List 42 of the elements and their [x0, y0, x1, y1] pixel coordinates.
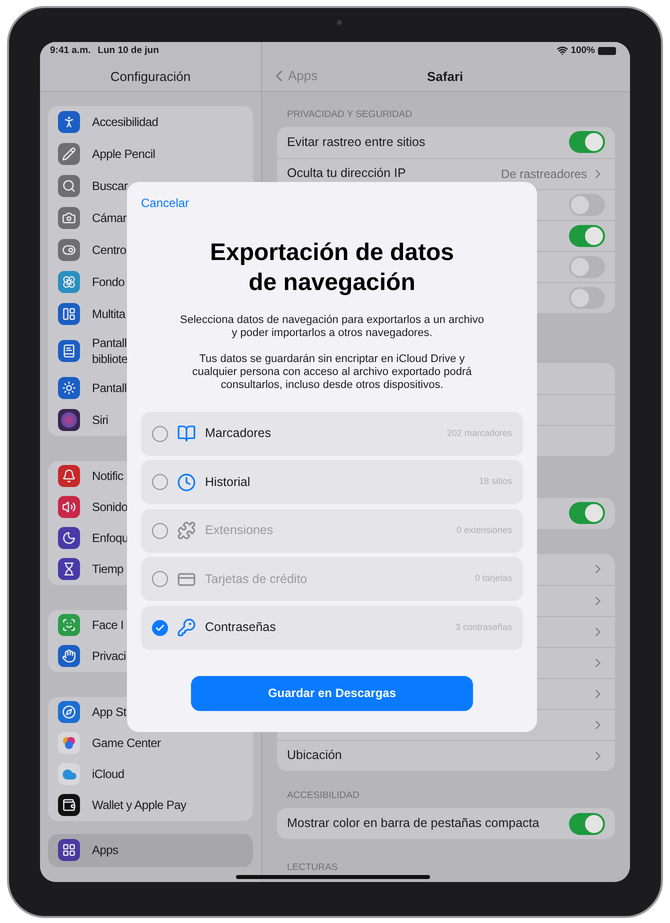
sidebar-title: Configuración	[110, 68, 191, 86]
sidebar-label: Sonido	[92, 499, 128, 515]
sidebar-label: iCloud	[92, 766, 124, 782]
option-label: Extensiones	[205, 522, 274, 540]
row-value: De rastreadores	[500, 166, 587, 183]
sidebar-label: App St	[92, 704, 126, 720]
row-label: Evitar rastreo entre sitios	[287, 134, 426, 151]
sidebar-label: Multita	[92, 306, 126, 322]
option-label: Historial	[205, 474, 250, 491]
sidebar-label: Siri	[92, 412, 108, 428]
sidebar-label: Centro	[92, 242, 126, 258]
option-label: Tarjetas de crédito	[205, 570, 308, 588]
sidebar-label: Enfoqu	[92, 530, 128, 546]
row-label: Oculta tu dirección IP	[287, 165, 406, 182]
section-header: LECTURAS	[286, 861, 339, 875]
option-label: Marcadores	[205, 425, 271, 442]
section-header: ACCESIBILIDAD	[286, 788, 360, 803]
sidebar-label: Buscar	[92, 178, 128, 194]
sidebar-label: Wallet y Apple Pay	[92, 797, 186, 813]
page-title: Safari	[427, 68, 464, 86]
sidebar-label: Fondo	[92, 274, 125, 290]
sidebar-label: Pantall bibliote	[92, 334, 128, 366]
status-date: Lun 10 de jun	[98, 44, 159, 58]
sidebar-label: Apple Pencil	[92, 146, 156, 162]
status-time: 9:41 a.m.	[50, 44, 91, 58]
battery-percent: 100%	[570, 44, 595, 58]
dialog-paragraph: Tus datos se guardarán sin encriptar en iCloud Drive y cualquier persona con acceso al archivo exportado podrá consultarlos, incluso desde otros dispositivos.	[191, 352, 473, 392]
sidebar-label: Cámar	[92, 210, 127, 226]
section-header: PRIVACIDAD Y SEGURIDAD	[286, 108, 414, 122]
sidebar-label: Privaci	[92, 648, 126, 664]
dialog-title: Exportación de datos de navegación	[208, 238, 456, 298]
sidebar-label: Pantall	[92, 380, 127, 396]
option-label: Contraseñas	[205, 619, 276, 636]
sidebar-label: Accesibilidad	[92, 114, 158, 130]
dialog-paragraph: Selecciona datos de navegación para exportarlos a un archivo y poder importarlos a otros navegadores.	[179, 314, 485, 340]
sidebar-label: Game Center	[92, 735, 161, 751]
sidebar-label: Face I	[92, 617, 124, 633]
sidebar-label: Apps	[92, 842, 118, 858]
row-label: Ubicación	[287, 747, 342, 764]
sidebar-label: Notific	[92, 468, 124, 484]
sidebar-label: Tiemp	[92, 561, 124, 577]
row-label: Mostrar color en barra de pestañas compacta	[287, 815, 540, 832]
